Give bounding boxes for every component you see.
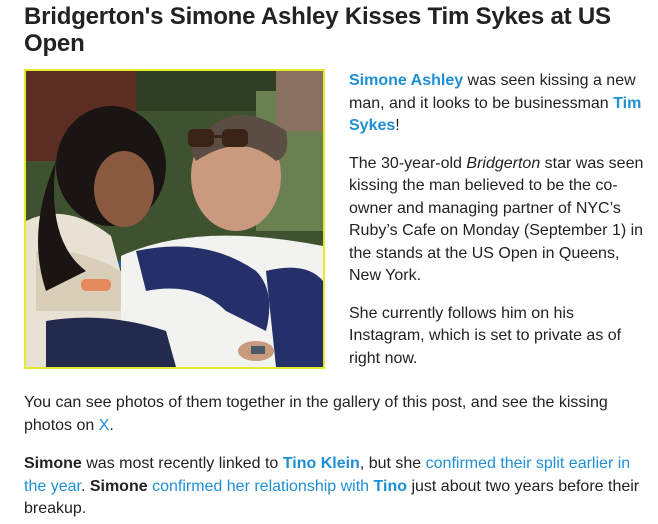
simone-bold-2: Simone: [89, 477, 148, 495]
tino-link[interactable]: Tino: [374, 478, 407, 495]
x-link[interactable]: X: [99, 417, 110, 434]
paragraph-5: Simone was most recently linked to Tino …: [24, 453, 644, 521]
paragraph-1-end: !: [395, 117, 400, 134]
simone-bold-1: Simone: [24, 455, 82, 472]
paragraph-2-text-a: The 30-year-old: [349, 154, 467, 172]
paragraph-4: You can see photos of them together in t…: [24, 392, 644, 437]
paragraph-3: She currently follows him on his Instagr…: [349, 304, 622, 367]
paragraph-2: The 30-year-old Bridgerton star was seen…: [349, 153, 649, 288]
photo-illustration: [26, 71, 323, 367]
article-photo[interactable]: [24, 69, 325, 369]
article: Bridgerton's Simone Ashley Kisses Tim Sy…: [0, 0, 658, 524]
relationship-link[interactable]: confirmed her relationship with: [152, 478, 373, 495]
article-side-column: Simone Ashley was seen kissing a new man…: [349, 70, 649, 385]
paragraph-5-text-b: , but she: [359, 455, 426, 472]
paragraph-5-text-a: was most recently linked to: [81, 455, 283, 472]
paragraph-4-end: .: [109, 416, 114, 434]
paragraph-1: Simone Ashley was seen kissing a new man…: [349, 70, 649, 138]
paragraph-2-text-b: star was seen kissing the man believed t…: [349, 154, 644, 285]
tino-klein-link[interactable]: Tino Klein: [283, 455, 360, 472]
paragraph-5-text-c: .: [80, 477, 90, 495]
show-title: Bridgerton: [466, 154, 541, 172]
article-headline: Bridgerton's Simone Ashley Kisses Tim Sy…: [24, 3, 611, 57]
simone-ashley-link[interactable]: Simone Ashley: [349, 72, 463, 89]
